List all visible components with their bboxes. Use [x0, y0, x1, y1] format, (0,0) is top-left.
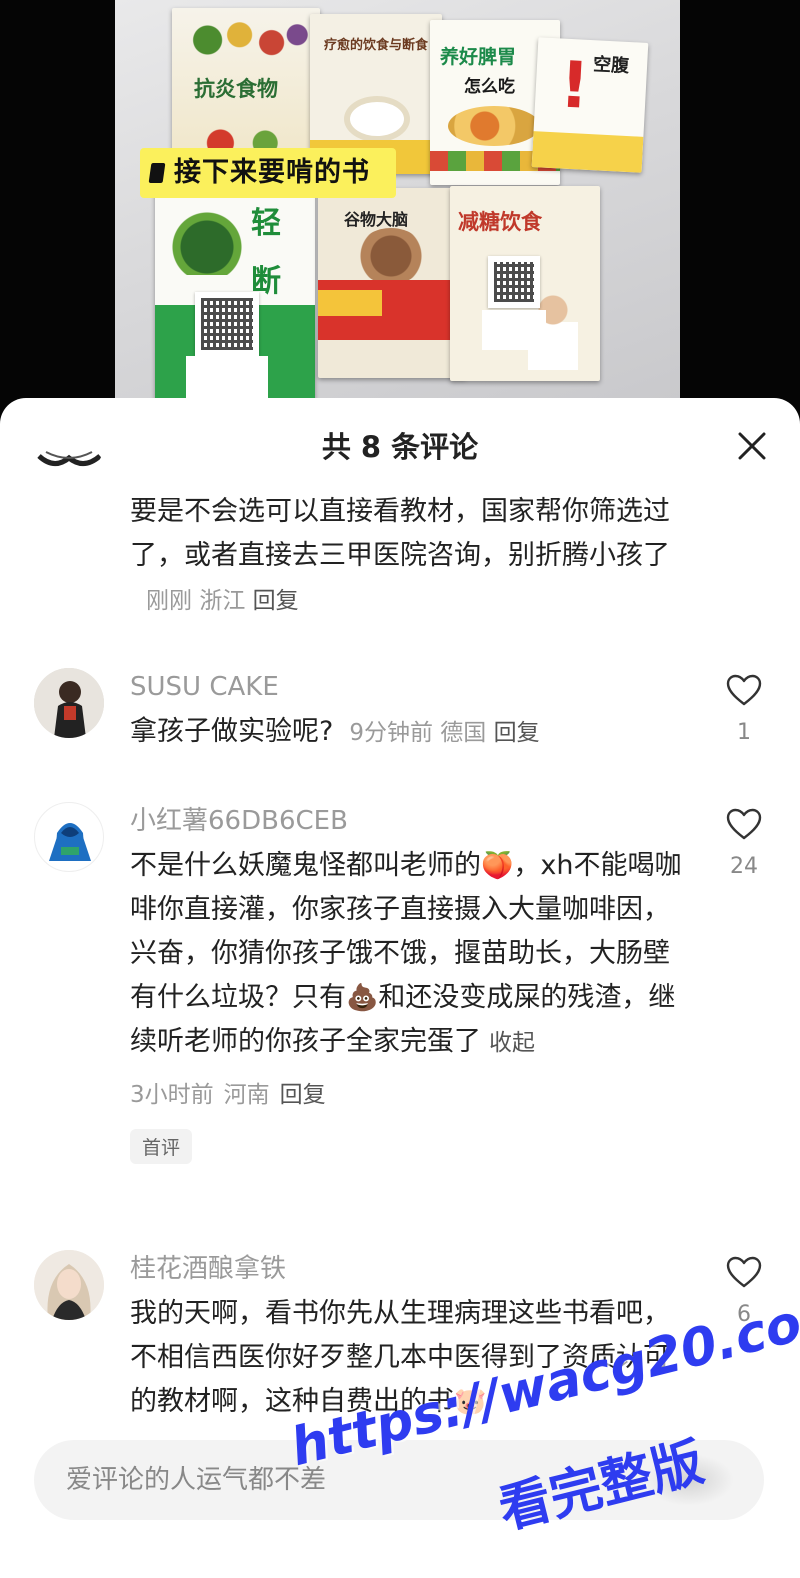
comment-input-placeholder: 爱评论的人运气都不差: [66, 1465, 327, 1495]
commenter-name[interactable]: 桂花酒酿拿铁: [130, 1252, 690, 1286]
exclamation-mark: !: [558, 48, 592, 124]
bowl-illustration: [448, 106, 540, 146]
reply-button[interactable]: 回复: [253, 588, 299, 614]
comments-count-title: 共 8 条评论: [321, 430, 479, 464]
book-cover-6: 谷物大脑: [318, 188, 466, 378]
commenter-name[interactable]: 小红薯66DB6CEB: [130, 804, 690, 838]
book-title: 疗愈的饮食与断食: [324, 38, 429, 53]
first-comment-badge: 首评: [130, 1129, 193, 1164]
comment-body: 小红薯66DB6CEB 不是什么妖魔鬼怪都叫老师的🍑，xh不能喝咖啡你直接灌，你…: [130, 804, 690, 1164]
book-title: 养好脾胃: [440, 46, 517, 68]
like-button[interactable]: 1: [724, 674, 764, 745]
comment-location: 德国: [440, 720, 487, 746]
brain-illustration: [356, 228, 426, 284]
photo-caption-label: 接下来要啃的书: [140, 148, 396, 198]
avatar-image: [37, 451, 102, 466]
avatar[interactable]: [34, 1250, 104, 1320]
book-cover-4: ! 空腹: [531, 37, 649, 173]
post-photo: 抗炎食物 疗愈的饮食与断食 养好脾胃 怎么吃 ! 空腹 轻断食 谷物大脑 减糖饮…: [0, 0, 800, 420]
avatar[interactable]: [34, 802, 104, 872]
reply-button[interactable]: 回复: [494, 720, 540, 746]
comment-location: 河南: [223, 1082, 270, 1108]
comment-meta: 9分钟前 德国 回复: [349, 720, 539, 746]
comment-content: 要是不会选可以直接看教材，国家帮你筛选过了，或者直接去三甲医院咨询，别折腾小孩了: [130, 496, 670, 571]
book-title: 减糖饮食: [458, 210, 542, 234]
reply-button[interactable]: 回复: [280, 1082, 326, 1108]
collapse-button[interactable]: 收起: [489, 1030, 535, 1056]
comment-body: 要是不会选可以直接看教材，国家帮你筛选过了，或者直接去三甲医院咨询，别折腾小孩了…: [130, 490, 690, 623]
book-cover-1: 抗炎食物: [172, 8, 320, 168]
heart-outline-icon: [726, 808, 762, 840]
peach-emoji: 🍑: [481, 851, 514, 881]
avatar[interactable]: [34, 668, 104, 738]
poop-emoji: 💩: [346, 983, 379, 1013]
book-sticker: [318, 290, 382, 316]
book-title: 谷物大脑: [344, 210, 409, 229]
book-subtitle: 怎么吃: [464, 77, 515, 97]
book-title: 空腹: [592, 54, 630, 77]
commenter-name[interactable]: SUSU CAKE: [130, 670, 690, 704]
book-title: 抗炎食物: [194, 77, 278, 101]
heart-outline-icon: [726, 1256, 762, 1288]
close-icon: [738, 432, 766, 460]
comment-meta: 刚刚 浙江 回复: [146, 588, 299, 614]
sheet-header: 共 8 条评论: [0, 398, 800, 492]
price-tag: [482, 310, 546, 350]
vegetables-illustration: [182, 14, 310, 66]
avatar-image: [34, 668, 104, 738]
plate-illustration: [344, 96, 410, 142]
comment-content: 不是什么妖魔鬼怪都叫老师的: [130, 850, 481, 881]
comment-time: 3小时前: [130, 1082, 214, 1108]
comment-location: 浙江: [199, 588, 246, 614]
close-button[interactable]: [734, 428, 770, 464]
like-count: 1: [737, 720, 751, 745]
comment-text[interactable]: 拿孩子做实验呢? 9分钟前 德国 回复: [130, 710, 690, 755]
like-count: 24: [730, 854, 758, 879]
comment-time: 9分钟前: [349, 720, 433, 746]
avatar-image: [49, 823, 91, 861]
comment-body: SUSU CAKE 拿孩子做实验呢? 9分钟前 德国 回复: [130, 670, 690, 755]
qr-code: [488, 256, 540, 308]
book-band: [531, 131, 644, 173]
price-tag: [186, 356, 268, 398]
avatar-image: [34, 1250, 104, 1320]
salad-illustration: [167, 205, 247, 275]
comment-time: 刚刚: [146, 588, 192, 614]
comment-text[interactable]: 不是什么妖魔鬼怪都叫老师的🍑，xh不能喝咖啡你直接灌，你家孩子直接摄入大量咖啡因…: [130, 844, 690, 1065]
like-button[interactable]: 24: [724, 808, 764, 879]
qr-code: [195, 292, 259, 356]
heart-outline-icon: [726, 674, 762, 706]
comment-text[interactable]: 要是不会选可以直接看教材，国家帮你筛选过了，或者直接去三甲医院咨询，别折腾小孩了…: [130, 490, 690, 623]
comment-meta: 3小时前 河南 回复: [130, 1075, 690, 1109]
avatar[interactable]: [34, 408, 104, 478]
comment-content: 拿孩子做实验呢?: [130, 716, 334, 747]
